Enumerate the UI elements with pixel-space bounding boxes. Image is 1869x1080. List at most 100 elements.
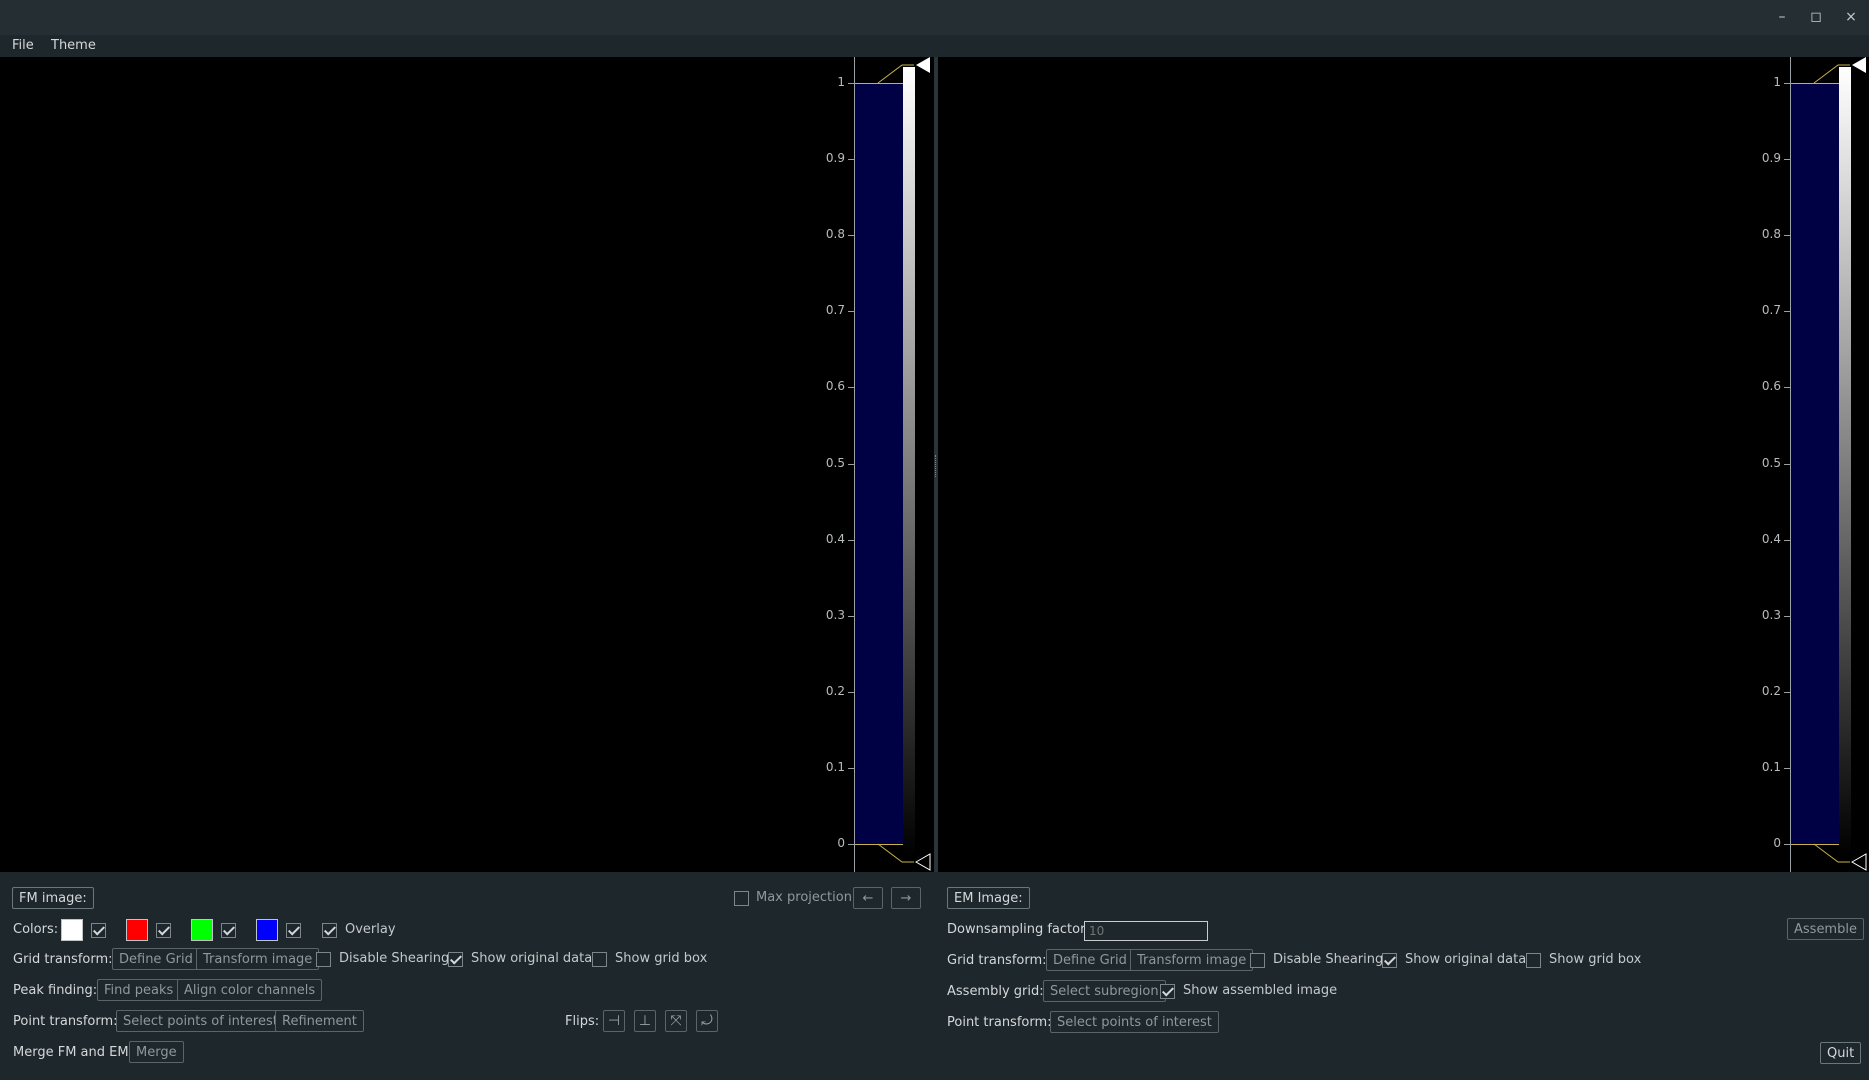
fm-hist-tick-label: 0 (837, 836, 845, 850)
em-top-connector (1813, 64, 1850, 84)
next-slice-button[interactable]: → (891, 887, 921, 909)
merge-label: Merge FM and EM: (13, 1045, 133, 1060)
em-show-grid-box-label: Show grid box (1549, 952, 1642, 967)
fm-hist-handles[interactable] (854, 57, 944, 872)
close-button[interactable]: × (1840, 6, 1862, 28)
em-grid-transform-label: Grid transform: (947, 953, 1047, 968)
fm-hist-tick-label: 0.3 (825, 607, 845, 622)
em-show-original-checkbox[interactable] (1382, 953, 1397, 968)
overlay-label: Overlay (345, 922, 396, 937)
em-disable-shearing-label: Disable Shearing (1273, 952, 1384, 967)
fm-hist-tick-label: 0.6 (825, 379, 845, 394)
menu-bar: File Theme (0, 35, 1869, 57)
em-hist-tick-label: 0.5 (1761, 455, 1781, 470)
em-hist-tick-label: 0 (1773, 836, 1781, 850)
fm-show-original-label: Show original data (471, 951, 593, 966)
fm-hist-tick-label: 0.5 (825, 455, 845, 470)
fm-point-transform-label: Point transform: (13, 1014, 118, 1029)
fm-max-handle[interactable] (916, 57, 930, 73)
window-titlebar: – ◻ × (0, 0, 1869, 36)
fm-transform-image-button[interactable]: Transform image (196, 948, 320, 970)
refinement-button[interactable]: Refinement (275, 1010, 364, 1032)
em-hist-tick-label: 0.9 (1761, 151, 1781, 166)
overlay-checkbox[interactable] (322, 923, 337, 938)
fm-show-grid-box-checkbox[interactable] (592, 952, 607, 967)
fm-show-grid-box-label: Show grid box (615, 951, 708, 966)
menu-theme[interactable]: Theme (51, 38, 96, 53)
maximize-button[interactable]: ◻ (1805, 6, 1827, 28)
fm-hist-tick-label: 0.4 (825, 531, 845, 546)
assemble-button[interactable]: Assemble (1787, 918, 1864, 940)
flip-vertical-icon[interactable]: ⊥ (634, 1010, 656, 1032)
fm-hist-tick-label: 0.1 (825, 759, 845, 774)
fm-grid-transform-label: Grid transform: (13, 952, 113, 967)
em-select-poi-button[interactable]: Select points of interest (1050, 1011, 1219, 1033)
downsampling-input[interactable] (1084, 921, 1208, 941)
show-assembled-label: Show assembled image (1183, 983, 1338, 998)
find-peaks-button[interactable]: Find peaks (97, 979, 181, 1001)
em-hist-tick-label: 0.2 (1761, 683, 1781, 698)
flip-horizontal-icon[interactable]: ⊣ (603, 1010, 625, 1032)
color-swatch-blue[interactable] (256, 919, 278, 941)
fm-min-handle[interactable] (914, 853, 931, 871)
em-show-original-label: Show original data (1405, 952, 1527, 967)
em-max-handle[interactable] (1852, 57, 1866, 73)
fm-disable-shearing-checkbox[interactable] (316, 952, 331, 967)
fm-define-grid-button[interactable]: Define Grid (112, 948, 200, 970)
em-hist-tick-label: 1 (1773, 75, 1781, 89)
fm-image-view[interactable]: 1 0.9 0.8 0.7 0.6 0.5 0.4 0.3 0.2 0.1 0 (0, 57, 934, 872)
em-transform-image-button[interactable]: Transform image (1130, 949, 1254, 971)
assembly-grid-label: Assembly grid: (947, 984, 1044, 999)
channel-checkbox-green[interactable] (221, 923, 236, 938)
channel-checkbox-white[interactable] (91, 923, 106, 938)
em-image-view[interactable]: 1 0.9 0.8 0.7 0.6 0.5 0.4 0.3 0.2 0.1 0 (938, 57, 1869, 872)
max-projection-checkbox[interactable] (734, 891, 749, 906)
peak-finding-label: Peak finding: (13, 983, 98, 998)
fm-top-connector (877, 64, 914, 84)
align-color-channels-button[interactable]: Align color channels (177, 979, 323, 1001)
fm-image-button[interactable]: FM image: (12, 887, 94, 909)
em-hist-tick-label: 0.3 (1761, 607, 1781, 622)
em-point-transform-label: Point transform: (947, 1015, 1052, 1030)
em-hist-tick-label: 0.7 (1761, 303, 1781, 318)
em-show-grid-box-checkbox[interactable] (1526, 953, 1541, 968)
em-disable-shearing-checkbox[interactable] (1250, 953, 1265, 968)
fm-bottom-connector (877, 843, 914, 863)
fm-show-original-checkbox[interactable] (448, 952, 463, 967)
rotate-icon[interactable]: ⤾ (696, 1010, 718, 1032)
fm-select-poi-button[interactable]: Select points of interest (116, 1010, 285, 1032)
fm-hist-tick-label: 0.2 (825, 683, 845, 698)
color-swatch-green[interactable] (191, 919, 213, 941)
channel-checkbox-red[interactable] (156, 923, 171, 938)
fm-hist-tick-label: 0.8 (825, 227, 845, 242)
select-subregion-button[interactable]: Select subregion (1043, 980, 1166, 1002)
em-image-button[interactable]: EM Image: (947, 887, 1030, 909)
colors-label: Colors: (13, 922, 59, 937)
color-swatch-white[interactable] (61, 919, 83, 941)
em-define-grid-button[interactable]: Define Grid (1046, 949, 1134, 971)
minimize-button[interactable]: – (1771, 6, 1793, 28)
color-swatch-red[interactable] (126, 919, 148, 941)
em-hist-tick-label: 0.4 (1761, 531, 1781, 546)
fm-hist-tick-label: 1 (837, 75, 845, 89)
em-hist-handles[interactable] (1790, 57, 1869, 872)
fm-hist-tick-label: 0.7 (825, 303, 845, 318)
menu-file[interactable]: File (12, 38, 34, 53)
em-min-handle[interactable] (1850, 853, 1867, 871)
show-assembled-checkbox[interactable] (1160, 984, 1175, 999)
em-hist-tick-label: 0.1 (1761, 759, 1781, 774)
max-projection-label: Max projection (756, 890, 852, 905)
em-controls: EM Image: Downsampling factor: Assemble … (938, 872, 1869, 1080)
em-hist-tick-label: 0.8 (1761, 227, 1781, 242)
prev-slice-button[interactable]: ← (853, 887, 883, 909)
merge-button[interactable]: Merge (129, 1041, 184, 1063)
fm-controls: FM image: Max projection ← → Colors: Ove… (0, 872, 934, 1080)
quit-button[interactable]: Quit (1820, 1042, 1862, 1064)
fm-disable-shearing-label: Disable Shearing (339, 951, 450, 966)
channel-checkbox-blue[interactable] (286, 923, 301, 938)
downsampling-label: Downsampling factor: (947, 922, 1090, 937)
flips-label: Flips: (565, 1014, 600, 1029)
em-bottom-connector (1813, 843, 1850, 863)
transpose-icon[interactable]: ⤧ (665, 1010, 687, 1032)
fm-hist-tick-label: 0.9 (825, 151, 845, 166)
